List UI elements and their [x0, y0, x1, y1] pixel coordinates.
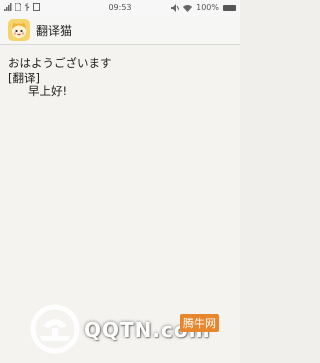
- app-bar: 翻译猫: [0, 16, 240, 45]
- source-text: おはようございます: [8, 56, 112, 70]
- watermark: QQTN.com 腾牛网: [28, 300, 238, 358]
- translation-result: 早上好!: [28, 84, 68, 98]
- status-right-icons: 100%: [171, 3, 236, 12]
- watermark-emblem-icon: [30, 304, 80, 354]
- watermark-brand: 腾牛网: [180, 314, 219, 332]
- status-bar: 09:53 100%: [0, 0, 240, 16]
- mute-icon: [171, 3, 180, 12]
- battery-percent: 100%: [196, 3, 219, 12]
- battery-icon: [223, 4, 236, 11]
- wifi-icon: [183, 4, 193, 12]
- cat-app-icon[interactable]: [8, 19, 30, 41]
- app-title: 翻译猫: [36, 24, 73, 38]
